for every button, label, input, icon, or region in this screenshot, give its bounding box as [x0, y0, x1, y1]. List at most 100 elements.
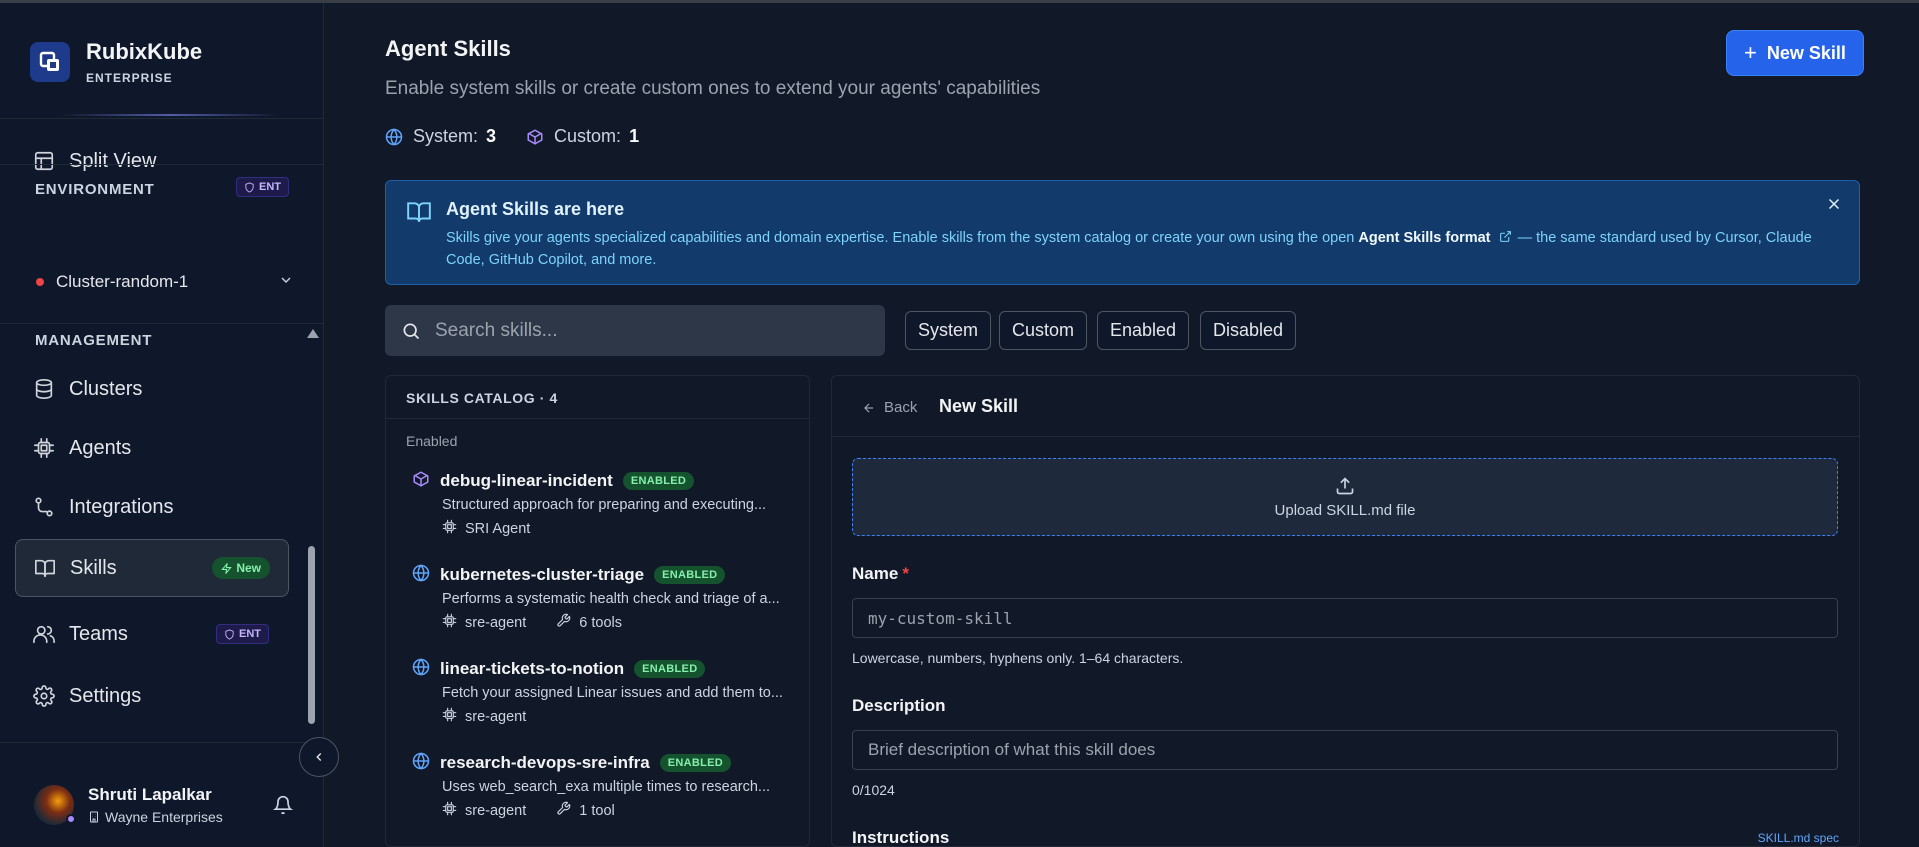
building-icon	[90, 811, 98, 823]
divider	[0, 742, 324, 743]
sidebar-item-label: Integrations	[69, 495, 174, 518]
skill-name: debug-linear-incident	[440, 470, 613, 490]
filter-system[interactable]: System	[905, 311, 992, 350]
system-count-label: System:	[413, 126, 479, 146]
cpu-icon	[442, 613, 457, 632]
brand-name: RubixKube	[86, 39, 203, 64]
upload-dropzone[interactable]: Upload SKILL.md file	[852, 458, 1838, 536]
sidebar-item-label: Split View	[69, 149, 157, 172]
info-banner: Agent Skills are here Skills give your a…	[385, 180, 1860, 285]
instructions-label: Instructions	[852, 828, 950, 847]
layout-icon	[33, 150, 55, 172]
globe-icon	[412, 658, 430, 679]
scroll-up-arrow-icon[interactable]	[307, 329, 319, 338]
sidebar-item-label: Teams	[69, 622, 128, 645]
name-field[interactable]	[852, 598, 1838, 638]
book-open-icon	[34, 557, 56, 579]
cpu-icon	[442, 707, 457, 726]
divider	[0, 118, 324, 119]
sidebar-item-clusters[interactable]: Clusters	[15, 360, 289, 418]
catalog-group-label: Enabled	[406, 433, 458, 449]
new-skill-form: Back New Skill Upload SKILL.md file Name…	[831, 375, 1860, 847]
sidebar-scrollbar[interactable]	[305, 326, 319, 744]
required-marker: *	[902, 564, 909, 583]
back-button[interactable]: Back	[862, 399, 917, 416]
skill-meta: sre-agent 1 tool	[442, 801, 802, 820]
shield-icon	[225, 628, 234, 640]
collapse-sidebar-button[interactable]	[299, 737, 339, 777]
scrollbar-thumb[interactable]	[308, 546, 315, 724]
cpu-icon	[442, 801, 457, 820]
cluster-select[interactable]: Cluster-random-1	[36, 269, 294, 295]
new-badge: New	[212, 557, 270, 579]
status-badge: ENABLED	[622, 471, 695, 490]
skill-meta: sre-agent	[442, 707, 802, 726]
rubixkube-logo-icon	[30, 42, 70, 82]
external-link-icon	[1499, 231, 1511, 242]
close-icon[interactable]	[1825, 195, 1843, 216]
filter-disabled[interactable]: Disabled	[1200, 311, 1297, 350]
globe-icon	[412, 752, 430, 773]
management-label: MANAGEMENT	[35, 332, 153, 349]
sidebar: RubixKube ENTERPRISE Split View ENVIRONM…	[0, 3, 339, 847]
cluster-status-dot	[36, 278, 44, 286]
skill-item[interactable]: kubernetes-cluster-triage ENABLED Perfor…	[412, 564, 802, 632]
description-label: Description	[852, 696, 946, 715]
skill-md-spec-link[interactable]: SKILL.md spec	[1758, 831, 1839, 845]
page-subtitle: Enable system skills or create custom on…	[385, 78, 1041, 99]
name-help-text: Lowercase, numbers, hyphens only. 1–64 c…	[852, 650, 1184, 666]
new-skill-button[interactable]: + New Skill	[1726, 30, 1864, 76]
chevron-down-icon	[278, 272, 294, 293]
globe-icon	[385, 127, 403, 146]
user-name: Shruti Lapalkar	[88, 785, 212, 804]
sidebar-item-label: Settings	[69, 684, 142, 707]
skill-name: linear-tickets-to-notion	[440, 658, 625, 678]
sidebar-item-skills[interactable]: Skills New	[15, 539, 289, 597]
skill-agent: SRI Agent	[465, 520, 531, 537]
description-field[interactable]	[852, 730, 1838, 770]
bell-icon[interactable]	[272, 795, 294, 818]
skill-name: kubernetes-cluster-triage	[440, 564, 645, 584]
skill-agent: sre-agent	[465, 614, 527, 631]
arrow-left-icon	[864, 403, 874, 412]
sidebar-item-label: Agents	[69, 436, 132, 459]
brand[interactable]: RubixKube ENTERPRISE	[30, 39, 202, 85]
skill-stats: System: 3 Custom: 1	[385, 126, 639, 147]
divider	[0, 164, 324, 165]
skill-agent: sre-agent	[465, 708, 527, 725]
filter-enabled[interactable]: Enabled	[1097, 311, 1190, 350]
skill-item[interactable]: linear-tickets-to-notion ENABLED Fetch y…	[412, 658, 802, 726]
agent-skills-format-link[interactable]: Agent Skills format	[1358, 230, 1490, 246]
brand-tier: ENTERPRISE	[86, 71, 173, 85]
search-input[interactable]	[435, 319, 855, 342]
cluster-name: Cluster-random-1	[56, 272, 189, 291]
ent-badge: ENT	[236, 177, 289, 197]
skill-item[interactable]: research-devops-sre-infra ENABLED Uses w…	[412, 752, 802, 820]
system-count: 3	[486, 126, 497, 146]
database-icon	[33, 378, 55, 400]
form-header: Back New Skill	[832, 376, 1859, 437]
chevron-left-icon	[316, 753, 322, 761]
globe-icon	[412, 564, 430, 585]
avatar	[34, 785, 76, 825]
status-badge: ENABLED	[659, 753, 732, 772]
status-badge: ENABLED	[634, 659, 706, 678]
zap-icon	[221, 562, 233, 574]
search-box[interactable]	[385, 305, 885, 356]
sidebar-item-label: Clusters	[69, 377, 143, 400]
skill-tools: 6 tools	[579, 614, 622, 631]
skill-description: Fetch your assigned Linear issues and ad…	[442, 685, 783, 701]
status-badge: ENABLED	[654, 565, 726, 584]
description-char-count: 0/1024	[852, 782, 895, 798]
skill-item[interactable]: debug-linear-incident ENABLED Structured…	[412, 470, 802, 538]
cube-icon	[412, 470, 430, 491]
sidebar-item-agents[interactable]: Agents	[15, 419, 289, 477]
skill-tools: 1 tool	[579, 802, 615, 819]
sidebar-item-integrations[interactable]: Integrations	[15, 478, 289, 536]
custom-count: 1	[629, 126, 640, 146]
user-profile[interactable]: Shruti Lapalkar Wayne Enterprises	[34, 785, 223, 825]
filter-custom[interactable]: Custom	[999, 311, 1088, 350]
custom-count-label: Custom:	[554, 126, 622, 146]
sidebar-item-settings[interactable]: Settings	[15, 667, 289, 725]
plus-icon: +	[1744, 40, 1757, 65]
